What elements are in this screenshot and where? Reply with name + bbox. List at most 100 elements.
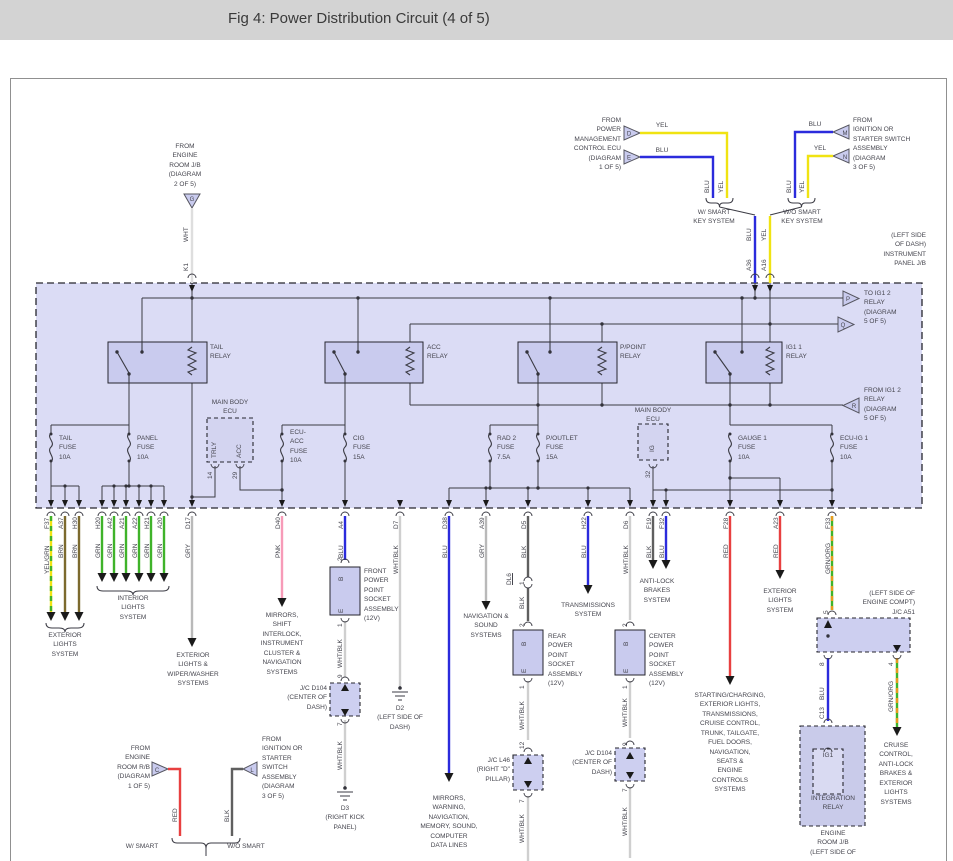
color-a37: BRN <box>58 544 65 558</box>
rear-pin-e: E <box>521 669 528 673</box>
jc-l46-label: J/C L46 (RIGHT "D" PILLAR) <box>444 756 510 784</box>
color-h22: BLU <box>581 545 588 558</box>
without-smart-bottom: W/O SMART <box>218 842 274 851</box>
color-a22: GRN <box>132 544 139 558</box>
load-exterior-lights-2: EXTERIOR LIGHTS SYSTEM <box>752 587 808 615</box>
color-a39: GRY <box>479 544 486 558</box>
pin-a16: A16 <box>761 259 768 271</box>
instrument-panel-jb-box <box>36 283 922 508</box>
triangle-n-letter: N <box>843 155 847 161</box>
ecu-acc-fuse-label: ECU- ACC FUSE 10A <box>290 428 324 466</box>
wire-label-blu-m: BLU <box>805 120 825 129</box>
triangle-d-letter: D <box>627 132 632 138</box>
center-whtblk-1: WHT/BLK <box>622 698 629 727</box>
pin-f33: F33 <box>825 518 832 529</box>
load-cruise-control: CRUISE CONTROL, ANTI-LOCK BRAKES & EXTER… <box>867 741 925 807</box>
jc-d104-b-label: J/C D104 (CENTER OF DASH) <box>544 749 612 777</box>
a51-pin-4: 4 <box>888 662 895 666</box>
load-mirrors-warning: MIRRORS, WARNING, NAVIGATION, MEMORY, SO… <box>415 794 483 851</box>
ig11-relay-label: IG1 1 RELAY <box>786 343 826 362</box>
pin-a42: A42 <box>107 517 114 529</box>
front-whtblk-1: WHT/BLK <box>337 639 344 668</box>
front-pin-7: 7 <box>337 722 344 726</box>
color-f28: RED <box>723 544 730 558</box>
cig-fuse-label: CIG FUSE 15A <box>353 434 387 462</box>
triangle-g-letter: G <box>190 197 195 203</box>
color-f37: YEL/GRN <box>44 545 51 574</box>
pin-a37: A37 <box>58 517 65 529</box>
rear-pin-2: 2 <box>519 623 526 627</box>
pin-a23: A23 <box>773 517 780 529</box>
color-a23: RED <box>773 544 780 558</box>
pin-a22: A22 <box>132 517 139 529</box>
color-d17: GRY <box>185 544 192 558</box>
center-pin-e: E <box>623 669 630 673</box>
color-f32: BLU <box>659 545 666 558</box>
wire-label-blu-v1: BLU <box>704 180 711 193</box>
pin-f32: F32 <box>659 518 666 529</box>
without-smart-key-note: W/O SMART KEY SYSTEM <box>776 208 828 227</box>
load-antilock-brakes: ANTI-LOCK BRAKES SYSTEM <box>629 577 685 605</box>
color-h20: GRN <box>95 544 102 558</box>
color-h30: BRN <box>72 544 79 558</box>
pin-d17: D17 <box>185 517 192 529</box>
with-smart-bottom: W/ SMART <box>116 842 168 851</box>
front-whtblk-2: WHT/BLK <box>337 741 344 770</box>
color-a21: GRN <box>119 544 126 558</box>
ecu-pin-29: 29 <box>232 472 239 479</box>
main-body-ecu-label-right: MAIN BODY ECU <box>625 406 681 425</box>
pin-d40: D40 <box>275 517 282 529</box>
pin-d6: D6 <box>623 521 630 529</box>
jc-d104-a-label: J/C D104 (CENTER OF DASH) <box>261 684 327 712</box>
integration-relay-label: INTEGRATION RELAY <box>799 794 867 813</box>
acc-relay-label: ACC RELAY <box>427 343 467 362</box>
front-pp-pin-2: 2 <box>337 557 344 561</box>
wire-label-wht-k1: WHT <box>183 227 190 242</box>
center-pp-label: CENTER POWER POINT SOCKET ASSEMBLY (12V) <box>649 632 695 689</box>
wire-label-yel-a16: YEL <box>761 229 768 241</box>
center-pin-b: B <box>623 642 630 646</box>
pin-d7: D7 <box>393 521 400 529</box>
with-smart-key-note: W/ SMART KEY SYSTEM <box>688 208 740 227</box>
source-engine-room-rb: FROM ENGINE ROOM R/B (DIAGRAM 1 OF 5) <box>98 744 150 791</box>
a51-pin-8: 8 <box>819 662 826 666</box>
ecu-pin-14: 14 <box>207 472 214 479</box>
pin-a39: A39 <box>479 517 486 529</box>
front-pp-label: FRONT POWER POINT SOCKET ASSEMBLY (12V) <box>364 567 410 624</box>
pin-d5: D5 <box>521 521 528 529</box>
load-navigation-sound: NAVIGATION & SOUND SYSTEMS <box>455 612 517 640</box>
ppoint-relay-label: P/POINT RELAY <box>620 343 664 362</box>
wiring-diagram-page: Fig 4: Power Distribution Circuit (4 of … <box>0 0 953 861</box>
center-pin-2: 2 <box>622 623 629 627</box>
pin-f28: F28 <box>723 518 730 529</box>
source-engine-room-jb: FROM ENGINE ROOM J/B (DIAGRAM 2 OF 5) <box>145 142 225 189</box>
instrument-panel-jb-note: (LEFT SIDE OF DASH) INSTRUMENT PANEL J/B <box>858 231 926 269</box>
engine-room-jb-2-label: ENGINE ROOM J/B (LEFT SIDE OF <box>803 829 863 857</box>
from-ig12-relay-note: FROM IG1 2 RELAY (DIAGRAM 5 OF 5) <box>864 386 926 424</box>
color-d5: BLK <box>521 546 528 558</box>
center-pin-9: 9 <box>622 742 629 746</box>
load-starting-charging: STARTING/CHARGING, EXTERIOR LIGHTS, TRAN… <box>684 691 776 795</box>
rear-pin-1a: 1 <box>519 581 526 585</box>
wire-label-blk-bottom: BLK <box>224 810 231 822</box>
ecu-pin-acc: ACC <box>236 444 243 458</box>
load-exterior-lights-1: EXTERIOR LIGHTS SYSTEM <box>37 631 93 659</box>
pin-f37: F37 <box>44 518 51 529</box>
pin-a20: A20 <box>157 517 164 529</box>
ecu-ig1-fuse-label: ECU-IG 1 FUSE 10A <box>840 434 880 462</box>
color-f33: GRN/ORG <box>825 543 832 574</box>
wire-label-yel-d: YEL <box>652 121 672 130</box>
pin-d38: D38 <box>442 517 449 529</box>
a51-grnorg-label: GRN/ORG <box>888 681 895 712</box>
tail-fuse-label: TAIL FUSE 10A <box>59 434 93 462</box>
color-a42: GRN <box>107 544 114 558</box>
pin-f19: F19 <box>646 518 653 529</box>
load-interior-lights: INTERIOR LIGHTS SYSTEM <box>105 594 161 622</box>
ig1-label: IG1 <box>812 751 844 760</box>
triangle-r-letter: R <box>852 404 857 410</box>
load-mirrors-shift: MIRRORS, SHIFT INTERLOCK, INSTRUMENT CLU… <box>252 611 312 677</box>
rear-pin-7: 7 <box>519 799 526 803</box>
pin-k1: K1 <box>183 263 190 271</box>
pin-c13: C13 <box>819 707 826 719</box>
rear-whtblk-1: WHT/BLK <box>519 701 526 730</box>
